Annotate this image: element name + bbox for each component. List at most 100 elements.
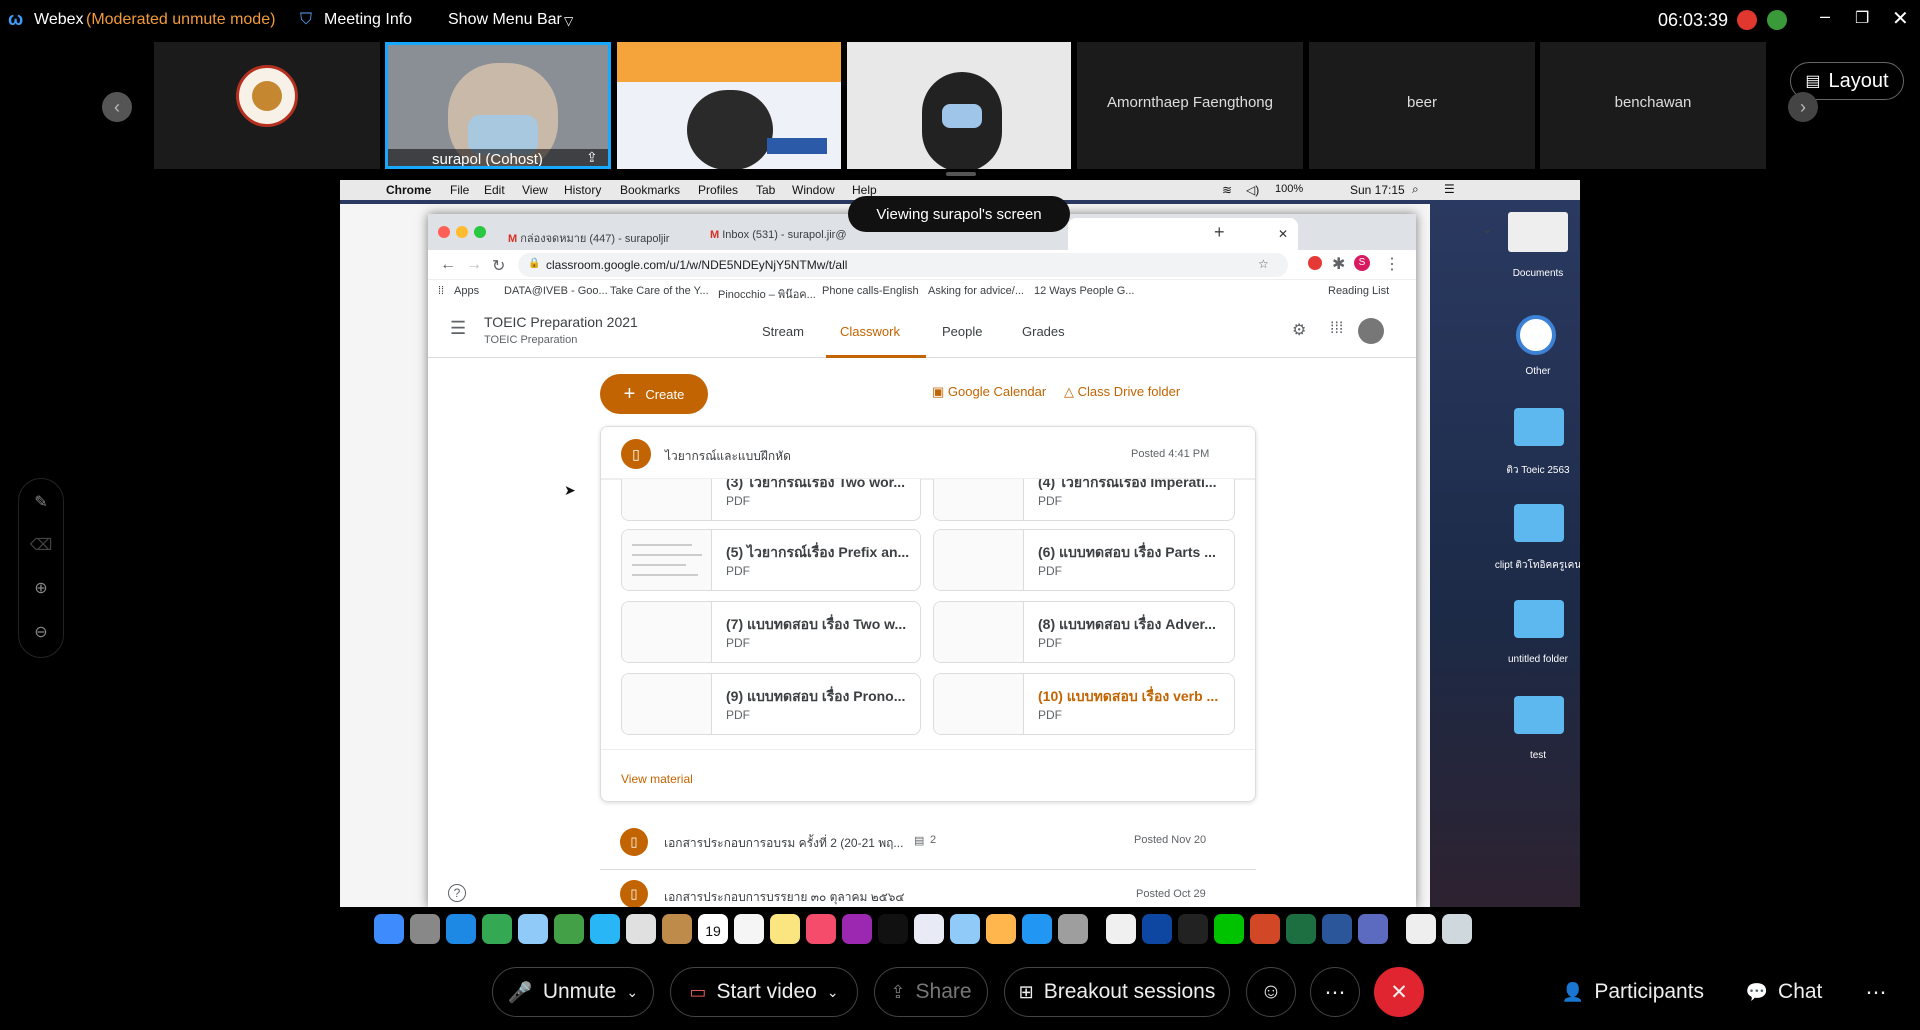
profile-avatar[interactable]: S (1354, 255, 1370, 271)
bookmark-item[interactable]: Take Care of the Y... (610, 285, 709, 297)
participant-tile-5[interactable]: beer (1309, 42, 1535, 169)
apps-icon[interactable]: ⁞⁞ (438, 285, 444, 297)
share-button[interactable]: ⇪ Share (874, 967, 988, 1017)
new-tab-icon[interactable]: + (1214, 222, 1225, 243)
tab-search-icon[interactable]: ⌄ (1482, 222, 1492, 236)
participant-tile-active[interactable]: surapol (Cohost) ⇪ (385, 42, 611, 169)
tab-grades[interactable]: Grades (1022, 324, 1065, 339)
bookmark-item[interactable]: DATA@IVEB - Goo... (504, 285, 608, 297)
more-panels-button[interactable]: ⋯ (1856, 967, 1896, 1017)
folder-icon[interactable] (1514, 600, 1564, 638)
attachment-pdf[interactable]: (8) แบบทดสอบ เรื่อง Adver... PDF (933, 601, 1235, 663)
chevron-down-icon[interactable]: ⌄ (626, 984, 638, 1001)
menu-help[interactable]: Help (852, 183, 877, 197)
zoom-out-icon[interactable]: ⊖ (22, 614, 60, 652)
leave-meeting-button[interactable]: ✕ (1374, 967, 1424, 1017)
safari-icon[interactable] (446, 914, 476, 944)
bookmark-item[interactable]: Pinocchio – พิน๊อค... (718, 285, 816, 303)
bookmark-item[interactable]: Apps (454, 285, 479, 297)
attachment-pdf[interactable]: (7) แบบทดสอบ เรื่อง Two w... PDF (621, 601, 921, 663)
class-title[interactable]: TOEIC Preparation 2021 (484, 314, 638, 330)
restore-icon[interactable]: ❐ (1855, 8, 1869, 28)
back-icon[interactable]: ← (440, 256, 456, 274)
google-calendar-link[interactable]: ▣ Google Calendar (932, 384, 1046, 400)
menu-bookmarks[interactable]: Bookmarks (620, 183, 680, 197)
podcasts-icon[interactable] (842, 914, 872, 944)
line-icon[interactable] (1214, 914, 1244, 944)
tab-stream[interactable]: Stream (762, 324, 804, 339)
bookmark-star-icon[interactable]: ☆ (1258, 257, 1269, 271)
folder-icon[interactable] (1514, 408, 1564, 446)
webex-dock-icon[interactable] (1142, 914, 1172, 944)
participant-tile-4[interactable]: Amornthaep Faengthong (1077, 42, 1303, 169)
settings-gear-icon[interactable]: ⚙ (1292, 320, 1306, 340)
zoom-in-icon[interactable]: ⊕ (22, 570, 60, 608)
chrome-window[interactable]: M กล่องจดหมาย (447) - surapoljir M Inbox… (428, 214, 1492, 907)
more-options-button[interactable]: ⋯ (1310, 967, 1360, 1017)
chevron-down-icon[interactable]: ▽ (564, 14, 573, 28)
facetime-icon[interactable] (590, 914, 620, 944)
menu-tab[interactable]: Tab (756, 183, 775, 197)
app-store-icon[interactable] (1022, 914, 1052, 944)
attachment-pdf[interactable]: (6) แบบทดสอบ เรื่อง Parts ... PDF (933, 529, 1235, 591)
document-file-icon[interactable] (1508, 212, 1568, 252)
forward-icon[interactable]: → (466, 256, 482, 274)
menu-view[interactable]: View (522, 183, 548, 197)
window-zoom-icon[interactable] (474, 226, 486, 238)
participants-button[interactable]: 👤 Participants (1548, 967, 1718, 1017)
keynote-icon[interactable] (950, 914, 980, 944)
reminders-icon[interactable] (734, 914, 764, 944)
reactions-button[interactable]: ☺ (1246, 967, 1296, 1017)
app-icon[interactable] (1358, 914, 1388, 944)
numbers-icon[interactable] (914, 914, 944, 944)
pages-icon[interactable] (986, 914, 1016, 944)
classwork-item[interactable]: ▯ เอกสารประกอบการบรรยาย ๓๐ ตุลาคม ๒๕๖๔ P… (600, 870, 1256, 907)
breakout-sessions-button[interactable]: ⊞ Breakout sessions (1004, 967, 1230, 1017)
shared-screen[interactable]: Chrome File Edit View History Bookmarks … (340, 180, 1580, 907)
unmute-button[interactable]: 🎤 Unmute ⌄ (492, 967, 654, 1017)
mail-icon[interactable] (518, 914, 548, 944)
annotate-pen-icon[interactable]: ✎ (22, 484, 60, 522)
classwork-item[interactable]: ▯ เอกสารประกอบการอบรม ครั้งที่ 2 (20-21 … (600, 814, 1256, 870)
show-menu-bar-button[interactable]: Show Menu Bar (448, 11, 562, 29)
downloads-stack-icon[interactable] (1406, 914, 1436, 944)
contacts-icon[interactable] (662, 914, 692, 944)
chrome-icon[interactable] (482, 914, 512, 944)
attachment-pdf[interactable]: (9) แบบทดสอบ เรื่อง Prono... PDF (621, 673, 921, 735)
chat-button[interactable]: 💬 Chat (1736, 967, 1832, 1017)
chevron-down-icon[interactable]: ⌄ (827, 984, 839, 1001)
start-video-button[interactable]: ▭ Start video ⌄ (670, 967, 858, 1017)
chrome-menu-icon[interactable]: ⋮ (1384, 254, 1400, 274)
account-avatar[interactable] (1358, 318, 1384, 344)
tv-icon[interactable] (878, 914, 908, 944)
google-apps-icon[interactable]: ⁞⁞⁞ (1330, 320, 1343, 338)
meeting-info-button[interactable]: Meeting Info (324, 11, 412, 29)
menu-history[interactable]: History (564, 183, 601, 197)
address-bar[interactable]: 🔒 classroom.google.com/u/1/w/NDE5NDEyNjY… (518, 253, 1288, 277)
hamburger-menu-icon[interactable]: ☰ (450, 318, 466, 339)
eraser-icon[interactable]: ⌫ (22, 527, 60, 565)
app-icon[interactable] (1106, 914, 1136, 944)
excel-icon[interactable] (1286, 914, 1316, 944)
system-preferences-icon[interactable] (1058, 914, 1088, 944)
menu-edit[interactable]: Edit (484, 183, 505, 197)
menu-profiles[interactable]: Profiles (698, 183, 738, 197)
launchpad-icon[interactable] (410, 914, 440, 944)
material-card[interactable]: ▯ ไวยากรณ์และแบบฝึกหัด Posted 4:41 PM (3… (600, 426, 1256, 802)
puzzle-icon[interactable]: ✱ (1332, 254, 1345, 274)
tab-people[interactable]: People (942, 324, 982, 339)
participant-tile-3[interactable] (847, 42, 1071, 169)
view-material-link[interactable]: View material (621, 772, 693, 786)
tab-classwork[interactable]: Classwork (840, 324, 900, 339)
music-icon[interactable] (806, 914, 836, 944)
spotlight-search-icon[interactable]: ⌕ (1412, 182, 1419, 197)
strip-prev-button[interactable]: ‹ (102, 92, 132, 122)
participant-tile-6[interactable]: benchawan (1540, 42, 1766, 169)
participant-tile-2[interactable] (617, 42, 841, 169)
participant-tile-logo[interactable] (154, 42, 380, 169)
close-icon[interactable]: ✕ (1892, 6, 1909, 31)
strip-next-button[interactable]: › (1788, 92, 1818, 122)
tab-close-icon[interactable]: ✕ (1278, 227, 1288, 241)
reload-icon[interactable]: ↻ (492, 256, 505, 276)
reading-list[interactable]: Reading List (1328, 285, 1389, 297)
